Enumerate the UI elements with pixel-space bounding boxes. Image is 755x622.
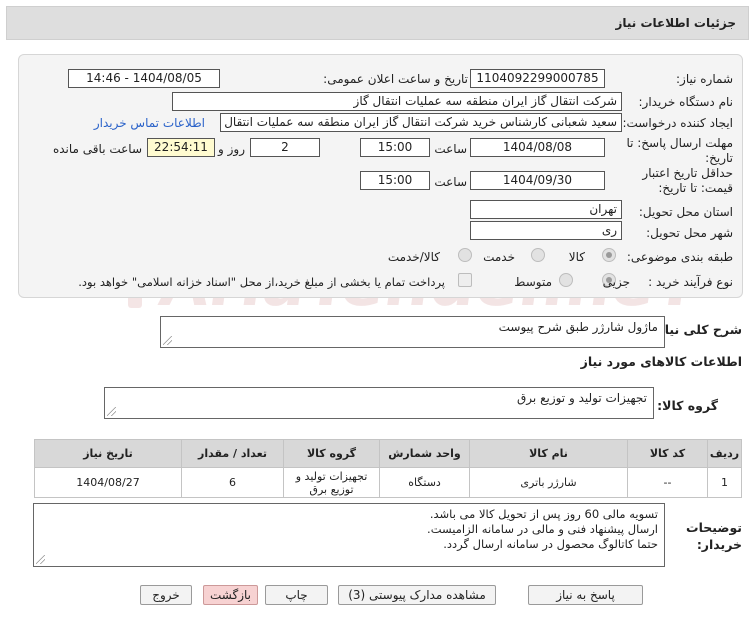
need-number-field: 1104092299000785 [470,69,605,88]
process-option-minor: جزیی [602,275,630,289]
creator-field: سعید شعبانی کارشناس خرید شرکت انتقال گاز… [220,113,622,132]
buyer-org-field: شرکت انتقال گاز ایران منطقه سه عملیات ان… [172,92,622,111]
cell-row-number: 1 [707,467,742,498]
validity-time-label: ساعت [434,175,467,189]
goods-info-title: اطلاعات کالاهای مورد نیاز [580,354,742,369]
buyer-notes-label-2: خریدار: [696,537,742,552]
cell-quantity: 6 [181,467,284,498]
col-goods-group: گروه کالا [283,439,380,468]
process-label: نوع فرآیند خرید : [648,275,733,289]
exit-button[interactable]: خروج [140,585,192,605]
buyer-contact-link[interactable]: اطلاعات تماس خریدار [94,116,205,130]
category-option-goods-service: کالا/خدمت [387,250,440,264]
table-row[interactable]: 1 -- شارژر باتری دستگاه تجهیزات تولید و … [34,467,742,498]
goods-group-label: گروه کالا: [657,398,718,413]
province-field: تهران [470,200,622,219]
reply-date-field: 1404/08/08 [470,138,605,157]
buyer-note-line: حتما کاتالوگ محصول در سامانه ارسال گردد. [443,537,658,551]
description-label: شرح کلی نیاز: [652,322,742,337]
process-radio-medium[interactable] [559,273,573,287]
description-text: ماژول شارژر طبق شرح پیوست [498,320,658,334]
col-unit: واحد شمارش [379,439,470,468]
reply-button[interactable]: پاسخ به نیاز [528,585,643,605]
validity-date-field: 1404/09/30 [470,171,605,190]
city-label: شهر محل تحویل: [646,226,733,240]
announce-label: تاریخ و ساعت اعلان عمومی: [323,72,468,86]
back-button[interactable]: بازگشت [203,585,258,605]
category-option-goods: کالا [568,250,585,264]
category-radio-goods[interactable] [602,248,616,262]
price-validity-label-2: قیمت: تا تاریخ: [658,181,733,195]
treasury-payment-checkbox[interactable] [458,273,472,287]
days-label: روز و [218,142,245,156]
page-header: جزئیات اطلاعات نیاز [6,6,749,40]
cell-unit: دستگاه [379,467,470,498]
buyer-notes-label: توضیحات [686,520,742,535]
days-remaining-field: 2 [250,138,320,157]
buyer-note-line: ارسال پیشنهاد فنی و مالی در سامانه الزام… [427,522,658,536]
resize-handle-icon[interactable] [107,407,116,416]
category-label: طبقه بندی موضوعی: [626,250,733,264]
col-row-number: ردیف [707,439,742,468]
resize-handle-icon[interactable] [163,336,172,345]
validity-time-field: 15:00 [360,171,430,190]
remaining-time-field: 22:54:11 [147,138,215,157]
remaining-time-label: ساعت باقی مانده [52,142,142,156]
city-field: ری [470,221,622,240]
cell-goods-name: شارژر باتری [469,467,628,498]
col-need-date: تاریخ نیاز [34,439,182,468]
col-quantity: تعداد / مقدار [181,439,284,468]
cell-goods-code: -- [627,467,708,498]
resize-handle-icon[interactable] [36,555,45,564]
province-label: استان محل تحویل: [638,205,733,219]
reply-time-label: ساعت [434,142,467,156]
goods-table: ردیف کد کالا نام کالا واحد شمارش گروه کا… [34,439,742,498]
col-goods-code: کد کالا [627,439,708,468]
creator-label: ایجاد کننده درخواست: [622,116,733,130]
table-header-row: ردیف کد کالا نام کالا واحد شمارش گروه کا… [34,439,742,468]
process-option-medium: متوسط [514,275,552,289]
cell-goods-group: تجهیزات تولید و توزیع برق [283,467,380,498]
goods-group-text: تجهیزات تولید و توزیع برق [517,391,647,405]
need-number-label: شماره نیاز: [676,72,733,86]
category-option-service: خدمت [483,250,515,264]
buyer-notes-field: تسویه مالی 60 روز پس از تحویل کالا می با… [33,503,665,567]
description-field: ماژول شارژر طبق شرح پیوست [160,316,665,348]
cell-need-date: 1404/08/27 [34,467,182,498]
category-radio-service[interactable] [531,248,545,262]
buyer-org-label: نام دستگاه خریدار: [638,95,734,109]
announce-datetime-field: 1404/08/05 - 14:46 [68,69,220,88]
price-validity-label: حداقل تاریخ اعتبار [642,166,733,180]
view-attachments-button[interactable]: مشاهده مدارک پیوستی (3) [338,585,496,605]
col-goods-name: نام کالا [469,439,628,468]
category-radio-goods-service[interactable] [458,248,472,262]
reply-deadline-label: مهلت ارسال پاسخ: تا [626,136,733,150]
treasury-payment-note: پرداخت تمام یا بخشی از مبلغ خرید،از محل … [78,275,445,289]
reply-deadline-label-2: تاریخ: [705,151,733,165]
buyer-note-line: تسویه مالی 60 روز پس از تحویل کالا می با… [429,507,658,521]
goods-group-field: تجهیزات تولید و توزیع برق [104,387,654,419]
page-title: جزئیات اطلاعات نیاز [615,16,736,30]
reply-time-field: 15:00 [360,138,430,157]
print-button[interactable]: چاپ [265,585,328,605]
